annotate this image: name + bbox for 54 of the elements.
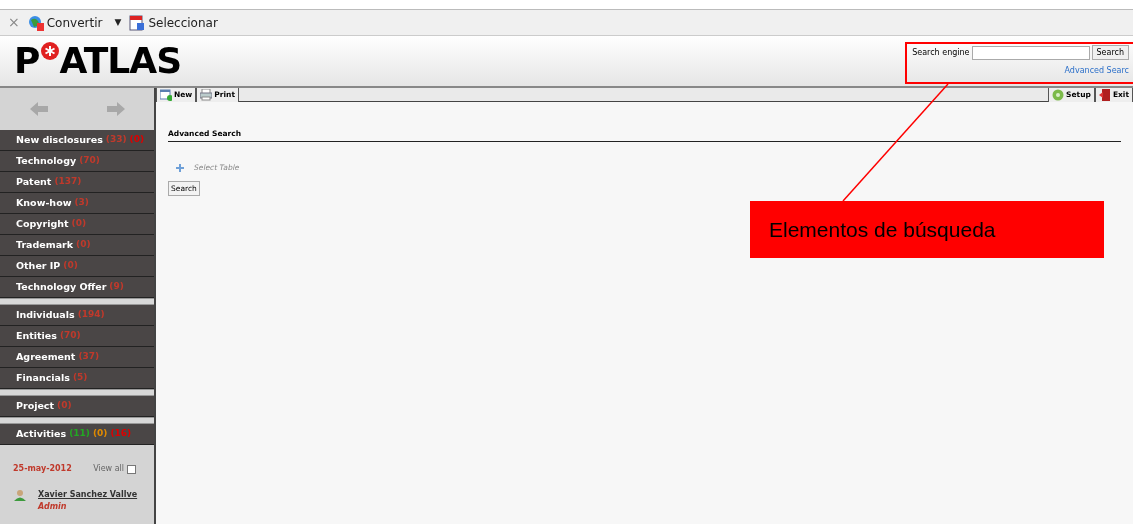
sidebar-item[interactable]: Other IP (0): [0, 256, 154, 277]
view-all-label: View all: [93, 463, 124, 475]
item-count: (0): [76, 238, 91, 252]
sidebar-item[interactable]: Know-how (3): [0, 193, 154, 214]
logo-text: P: [14, 42, 40, 80]
sidebar-item[interactable]: Entities (70): [0, 326, 154, 347]
toolbar-button[interactable]: Convertir: [27, 13, 103, 32]
item-count: (70): [79, 154, 100, 168]
date-text: 25-may-2012: [13, 463, 72, 475]
view-all-checkbox[interactable]: [127, 464, 136, 474]
item-count: (9): [109, 280, 124, 294]
dropdown-caret[interactable]: ▼: [114, 15, 122, 30]
item-count: (16): [110, 427, 132, 441]
callout-label: Elementos de búsqueda: [750, 201, 1104, 258]
item-count: (0): [92, 427, 108, 441]
item-count: (0): [71, 217, 87, 231]
toolbar-button[interactable]: Seleccionar: [129, 13, 218, 32]
back-arrow-icon: [29, 102, 48, 116]
logo-text: ATLAS: [59, 42, 182, 80]
user-role: Admin: [38, 501, 68, 513]
search-button[interactable]: Search: [1091, 45, 1129, 60]
item-count: (0): [63, 259, 78, 273]
sidebar-item[interactable]: Patent (137): [0, 172, 154, 193]
item-count: (33): [105, 133, 127, 147]
search-field[interactable]: [971, 45, 1090, 60]
user-icon: [14, 489, 26, 501]
sidebar-item[interactable]: Copyright (0): [0, 214, 154, 235]
sidebar-item[interactable]: Project (0): [0, 396, 154, 417]
user-name-link[interactable]: Xavier Sanchez Vallve: [38, 489, 138, 501]
sidebar-item[interactable]: Individuals (194): [0, 305, 154, 326]
asterisk-badge-icon: [40, 42, 59, 60]
forward-arrow-icon: [106, 102, 125, 116]
item-count: (137): [54, 175, 82, 189]
sidebar-item[interactable]: Agreement (37): [0, 347, 154, 368]
sidebar-item[interactable]: Activities (11) (0) (16): [0, 424, 154, 445]
plus-icon: [176, 163, 184, 172]
item-count: (194): [77, 308, 105, 322]
sidebar-item[interactable]: Technology Offer (9): [0, 277, 154, 298]
search-label: Search engine: [912, 46, 970, 59]
globe-document-icon: [27, 14, 44, 31]
item-count: (5): [72, 371, 88, 385]
sidebar-item[interactable]: Technology (70): [0, 151, 154, 172]
door-exit-icon: [1098, 89, 1111, 101]
item-count: (11): [69, 427, 90, 441]
item-count: (37): [78, 350, 100, 364]
sidebar-item[interactable]: Trademark (0): [0, 235, 154, 256]
item-count: (3): [74, 196, 89, 210]
document-select-icon: [129, 14, 146, 31]
item-count: (0): [57, 399, 72, 413]
sidebar-item[interactable]: Financials (5): [0, 368, 154, 389]
advanced-search-link[interactable]: Advanced Searc: [1064, 65, 1129, 77]
sidebar-item[interactable]: New disclosures (33) (0): [0, 130, 154, 151]
item-count: (0): [129, 133, 145, 147]
item-count: (70): [59, 329, 81, 343]
